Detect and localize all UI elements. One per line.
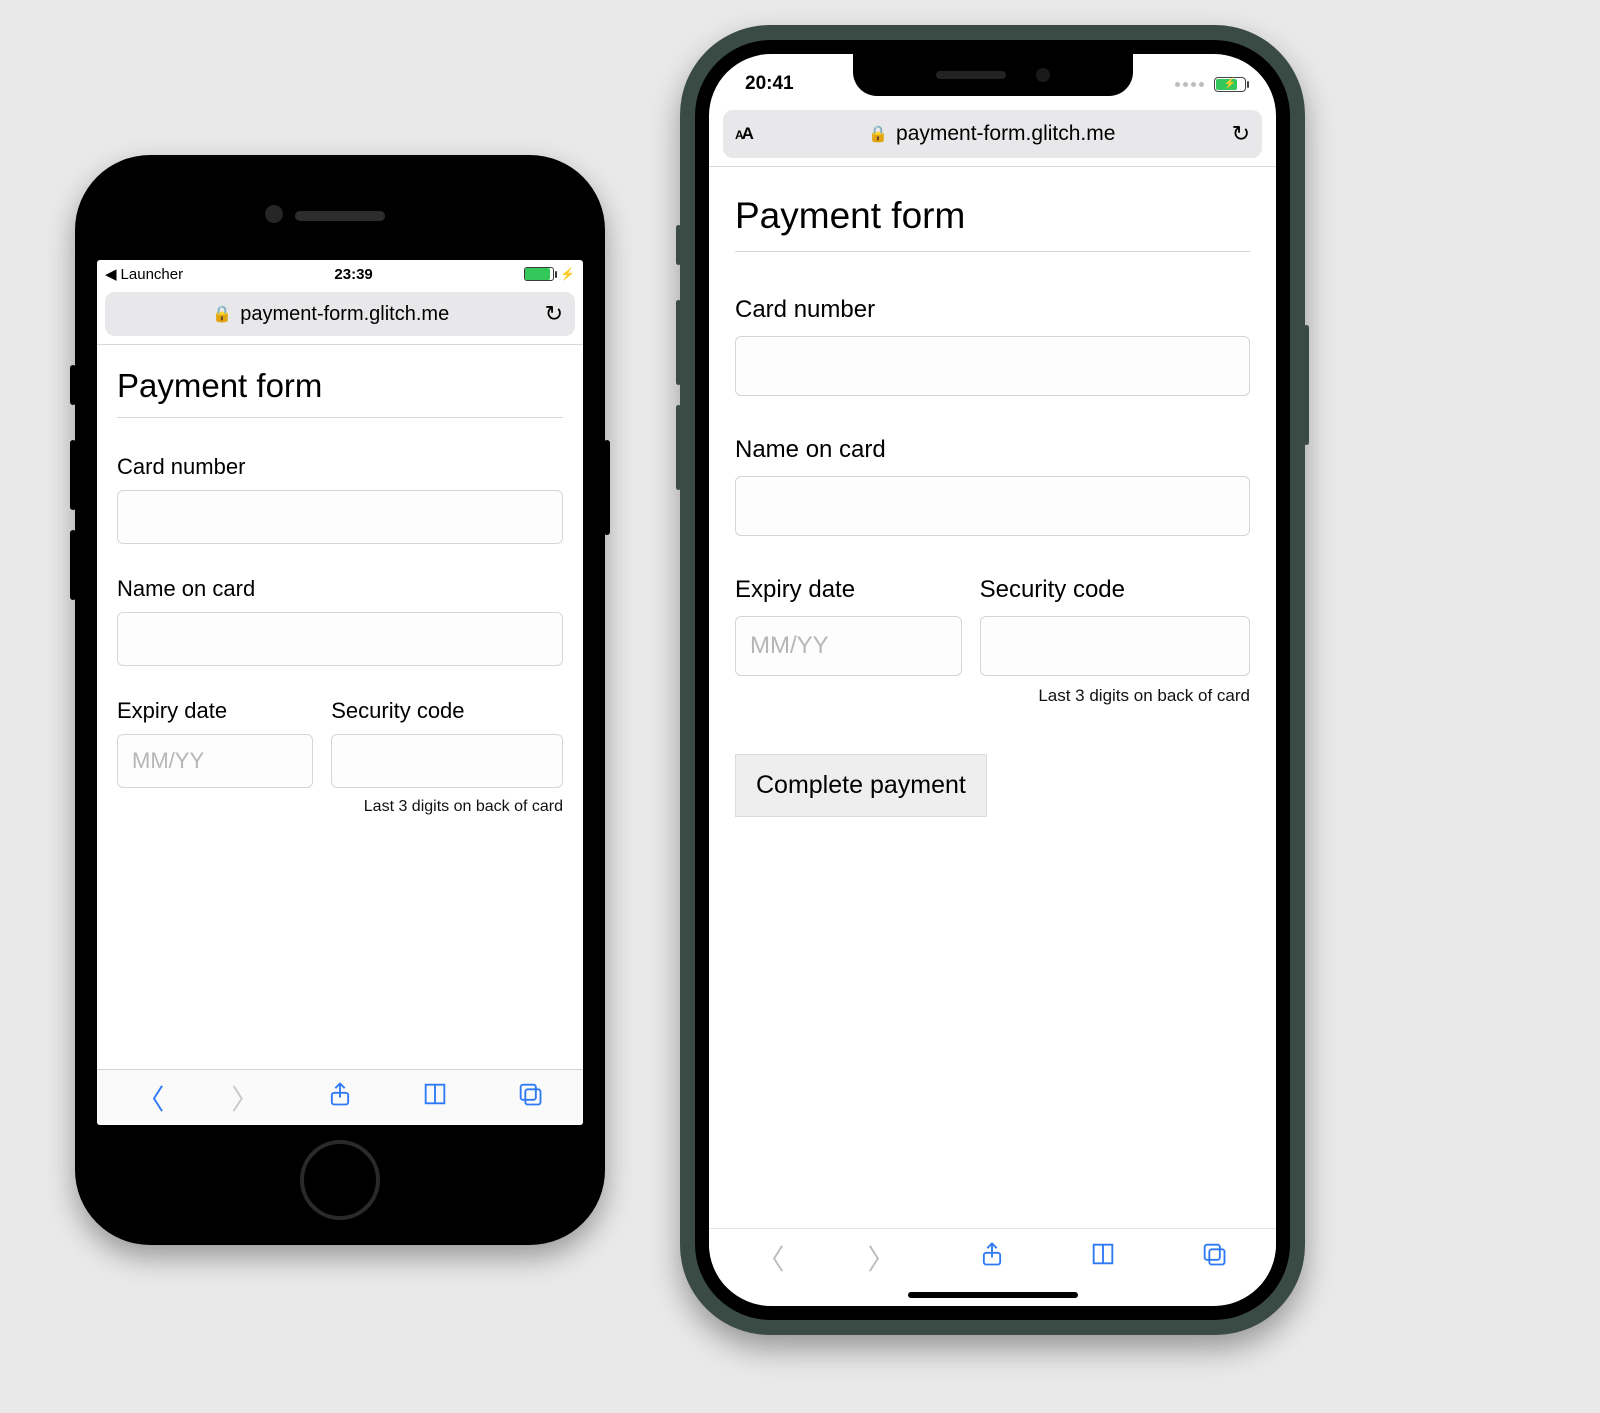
reader-aa-icon[interactable]: AA [735,124,752,144]
share-icon[interactable] [978,1240,1006,1275]
status-time: 20:41 [745,73,794,95]
front-camera [1036,68,1050,82]
front-camera [265,205,283,223]
lock-icon: 🔒 [212,304,232,324]
name-on-card-input[interactable] [117,612,563,666]
cvc-field: Security code [980,576,1250,676]
status-right: ⚡ [1175,77,1246,92]
expiry-cvc-row: Expiry date Security code Last 3 digits … [117,698,563,816]
tabs-icon[interactable] [516,1080,544,1115]
complete-payment-button[interactable]: Complete payment [735,754,987,817]
web-content: Payment form Card number Name on card Ex… [97,345,583,1069]
card-number-field: Card number [117,454,563,544]
notch [853,54,1133,96]
status-right: ⚡ [524,267,575,281]
volume-up-button [676,300,681,385]
expiry-input[interactable] [117,734,313,788]
charging-icon: ⚡ [1224,79,1236,90]
name-on-card-input[interactable] [735,476,1250,536]
back-button[interactable]: 〈 [136,1078,164,1118]
iphone-11-device: 20:41 ⚡ AA 🔒 payment-form.glitch.me ↻ [680,25,1305,1335]
name-on-card-label: Name on card [735,436,1250,464]
expiry-label: Expiry date [117,698,313,724]
earpiece-speaker [936,71,1006,79]
mute-switch [676,225,681,265]
card-number-input[interactable] [735,336,1250,396]
back-button[interactable]: 〈 [756,1238,784,1278]
safari-address-bar[interactable]: 🔒 payment-form.glitch.me ↻ [105,292,575,336]
card-number-label: Card number [735,296,1250,324]
title-rule [735,251,1250,252]
status-return-to-app[interactable]: ◀ Launcher [105,266,183,283]
power-button [604,440,610,535]
page-title: Payment form [735,195,1250,237]
screen: 20:41 ⚡ AA 🔒 payment-form.glitch.me ↻ [709,54,1276,1306]
cvc-input[interactable] [331,734,563,788]
screen: ◀ Launcher 23:39 ⚡ 🔒 payment-form.glitch… [97,260,583,1125]
status-time: 23:39 [334,266,372,283]
device-bezel: 20:41 ⚡ AA 🔒 payment-form.glitch.me ↻ [695,40,1290,1320]
safari-toolbar: 〈 〉 [97,1069,583,1125]
cvc-field: Security code [331,698,563,788]
cvc-helper-text: Last 3 digits on back of card [735,686,1250,706]
name-on-card-field: Name on card [117,576,563,666]
iphone-8-device: ◀ Launcher 23:39 ⚡ 🔒 payment-form.glitch… [75,155,605,1245]
battery-icon: ⚡ [1214,77,1246,92]
power-button [1304,325,1309,445]
mute-switch [70,365,76,405]
status-bar: ◀ Launcher 23:39 ⚡ [97,260,583,288]
cvc-input[interactable] [980,616,1250,676]
expiry-field: Expiry date [735,576,962,676]
home-button[interactable] [300,1140,380,1220]
back-chevron-icon: ◀ [105,267,117,282]
volume-up-button [70,440,76,510]
share-icon[interactable] [326,1080,354,1115]
expiry-cvc-row: Expiry date Security code Last 3 digits … [735,576,1250,706]
url-text: payment-form.glitch.me [240,303,449,326]
expiry-label: Expiry date [735,576,962,604]
charging-icon: ⚡ [560,267,575,281]
home-indicator[interactable] [908,1292,1078,1298]
reload-icon[interactable]: ↻ [1232,121,1250,147]
cvc-label: Security code [331,698,563,724]
expiry-input[interactable] [735,616,962,676]
cellular-signal-icon [1175,82,1204,87]
cvc-label: Security code [980,576,1250,604]
safari-address-bar[interactable]: AA 🔒 payment-form.glitch.me ↻ [723,110,1262,158]
bookmarks-icon[interactable] [1089,1240,1117,1275]
cvc-helper-text: Last 3 digits on back of card [117,798,563,816]
card-number-input[interactable] [117,490,563,544]
tabs-icon[interactable] [1200,1240,1228,1275]
volume-down-button [70,530,76,600]
web-content: Payment form Card number Name on card Ex… [709,167,1276,1228]
reload-icon[interactable]: ↻ [545,301,563,327]
forward-button[interactable]: 〉 [231,1078,259,1118]
url-text: payment-form.glitch.me [896,122,1115,146]
battery-icon [524,267,554,281]
volume-down-button [676,405,681,490]
card-number-label: Card number [117,454,563,480]
safari-toolbar: 〈 〉 [709,1228,1276,1286]
bookmarks-icon[interactable] [421,1080,449,1115]
name-on-card-field: Name on card [735,436,1250,536]
lock-icon: 🔒 [868,124,888,144]
expiry-field: Expiry date [117,698,313,788]
title-rule [117,417,563,418]
earpiece-speaker [295,211,385,221]
page-title: Payment form [117,367,563,405]
card-number-field: Card number [735,296,1250,396]
back-app-label: Launcher [121,266,184,283]
forward-button[interactable]: 〉 [867,1238,895,1278]
name-on-card-label: Name on card [117,576,563,602]
